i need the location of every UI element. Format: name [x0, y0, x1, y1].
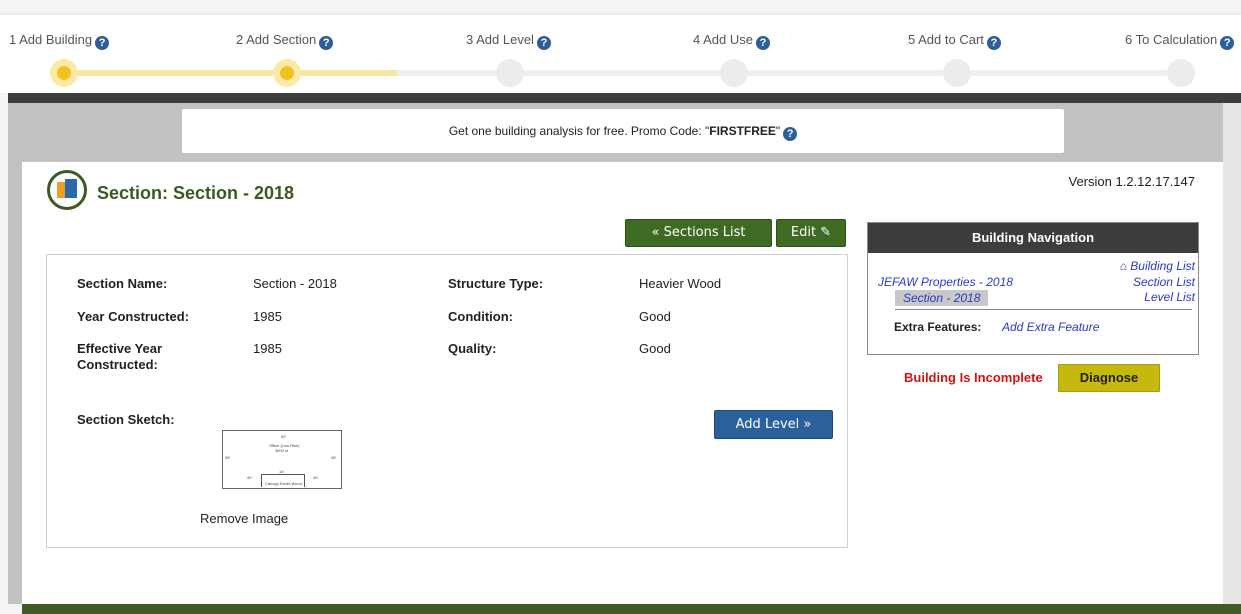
year-constructed-value: 1985	[253, 309, 282, 324]
wizard-steps: 1 Add Building? 2 Add Section? 3 Add Lev…	[0, 15, 1241, 93]
step-add-to-cart[interactable]: 5 Add to Cart?	[908, 32, 1001, 50]
building-list-link[interactable]: ⌂ Building List	[1120, 259, 1195, 273]
footer-band	[22, 604, 1241, 614]
step-add-building[interactable]: 1 Add Building?	[9, 32, 110, 50]
header-band	[8, 93, 1241, 103]
section-details: Section Name: Section - 2018 Structure T…	[46, 254, 848, 548]
edit-button[interactable]: Edit ✎	[776, 219, 846, 247]
structure-type-label: Structure Type:	[448, 276, 544, 291]
extra-features-label: Extra Features:	[894, 320, 982, 334]
help-icon[interactable]: ?	[756, 36, 770, 50]
step-dot[interactable]	[496, 59, 524, 87]
structure-type-value: Heavier Wood	[639, 276, 722, 291]
quality-value: Good	[639, 341, 671, 356]
building-navigation: Building Navigation ⌂ Building List JEFA…	[867, 222, 1199, 355]
help-icon[interactable]: ?	[986, 36, 1001, 50]
help-icon[interactable]: ?	[783, 127, 798, 141]
building-logo-icon	[47, 170, 87, 210]
building-navigation-heading: Building Navigation	[868, 223, 1198, 253]
level-list-link[interactable]: Level List	[1144, 290, 1195, 304]
status-message: Building Is Incomplete	[904, 370, 1043, 385]
step-dot[interactable]	[943, 59, 971, 87]
section-sketch-label: Section Sketch:	[77, 412, 175, 427]
home-icon: ⌂	[1119, 259, 1127, 273]
condition-value: Good	[639, 309, 671, 324]
step-add-level[interactable]: 3 Add Level?	[466, 32, 551, 50]
property-link[interactable]: JEFAW Properties - 2018	[878, 275, 1013, 289]
section-name-value: Section - 2018	[253, 276, 337, 291]
help-icon[interactable]: ?	[319, 36, 334, 50]
help-icon[interactable]: ?	[1220, 36, 1235, 50]
section-name-label: Section Name:	[77, 276, 168, 291]
version-label: Version 1.2.12.17.147	[1068, 174, 1196, 189]
year-constructed-label: Year Constructed:	[77, 309, 189, 324]
add-level-button[interactable]: Add Level »	[714, 410, 833, 439]
page-gutter	[1223, 103, 1241, 604]
help-icon[interactable]: ?	[95, 36, 110, 50]
step-dot[interactable]	[273, 59, 301, 87]
nav-divider	[895, 309, 1192, 310]
page-title: Section: Section - 2018	[97, 183, 295, 203]
step-add-section[interactable]: 2 Add Section?	[236, 32, 334, 50]
step-dot[interactable]	[720, 59, 748, 87]
progress-fill	[64, 70, 398, 76]
remove-image-link[interactable]: Remove Image	[200, 511, 288, 527]
add-extra-feature-link[interactable]: Add Extra Feature	[1002, 320, 1099, 334]
diagnose-button[interactable]: Diagnose	[1058, 364, 1160, 392]
section-sketch-image[interactable]: 80' Office (Low Rise) 3600 sf 45' 45' 14…	[222, 430, 342, 489]
step-dot[interactable]	[1167, 59, 1195, 87]
step-to-calculation[interactable]: 6 To Calculation?	[1125, 32, 1235, 50]
condition-label: Condition:	[448, 309, 513, 324]
step-dot[interactable]	[50, 59, 78, 87]
promo-banner: Get one building analysis for free. Prom…	[182, 109, 1064, 153]
section-list-link[interactable]: Section List	[1133, 275, 1195, 289]
step-add-use[interactable]: 4 Add Use?	[693, 32, 770, 50]
effective-year-value: 1985	[253, 341, 282, 356]
help-icon[interactable]: ?	[536, 36, 551, 50]
current-section-link[interactable]: Section - 2018	[895, 290, 989, 306]
promo-code: FIRSTFREE	[709, 124, 776, 138]
sections-list-button[interactable]: « Sections List	[625, 219, 772, 247]
effective-year-label: Effective Year Constructed:	[77, 341, 163, 372]
quality-label: Quality:	[448, 341, 497, 356]
section-panel: Section: Section - 2018 Version 1.2.12.1…	[22, 162, 1223, 604]
